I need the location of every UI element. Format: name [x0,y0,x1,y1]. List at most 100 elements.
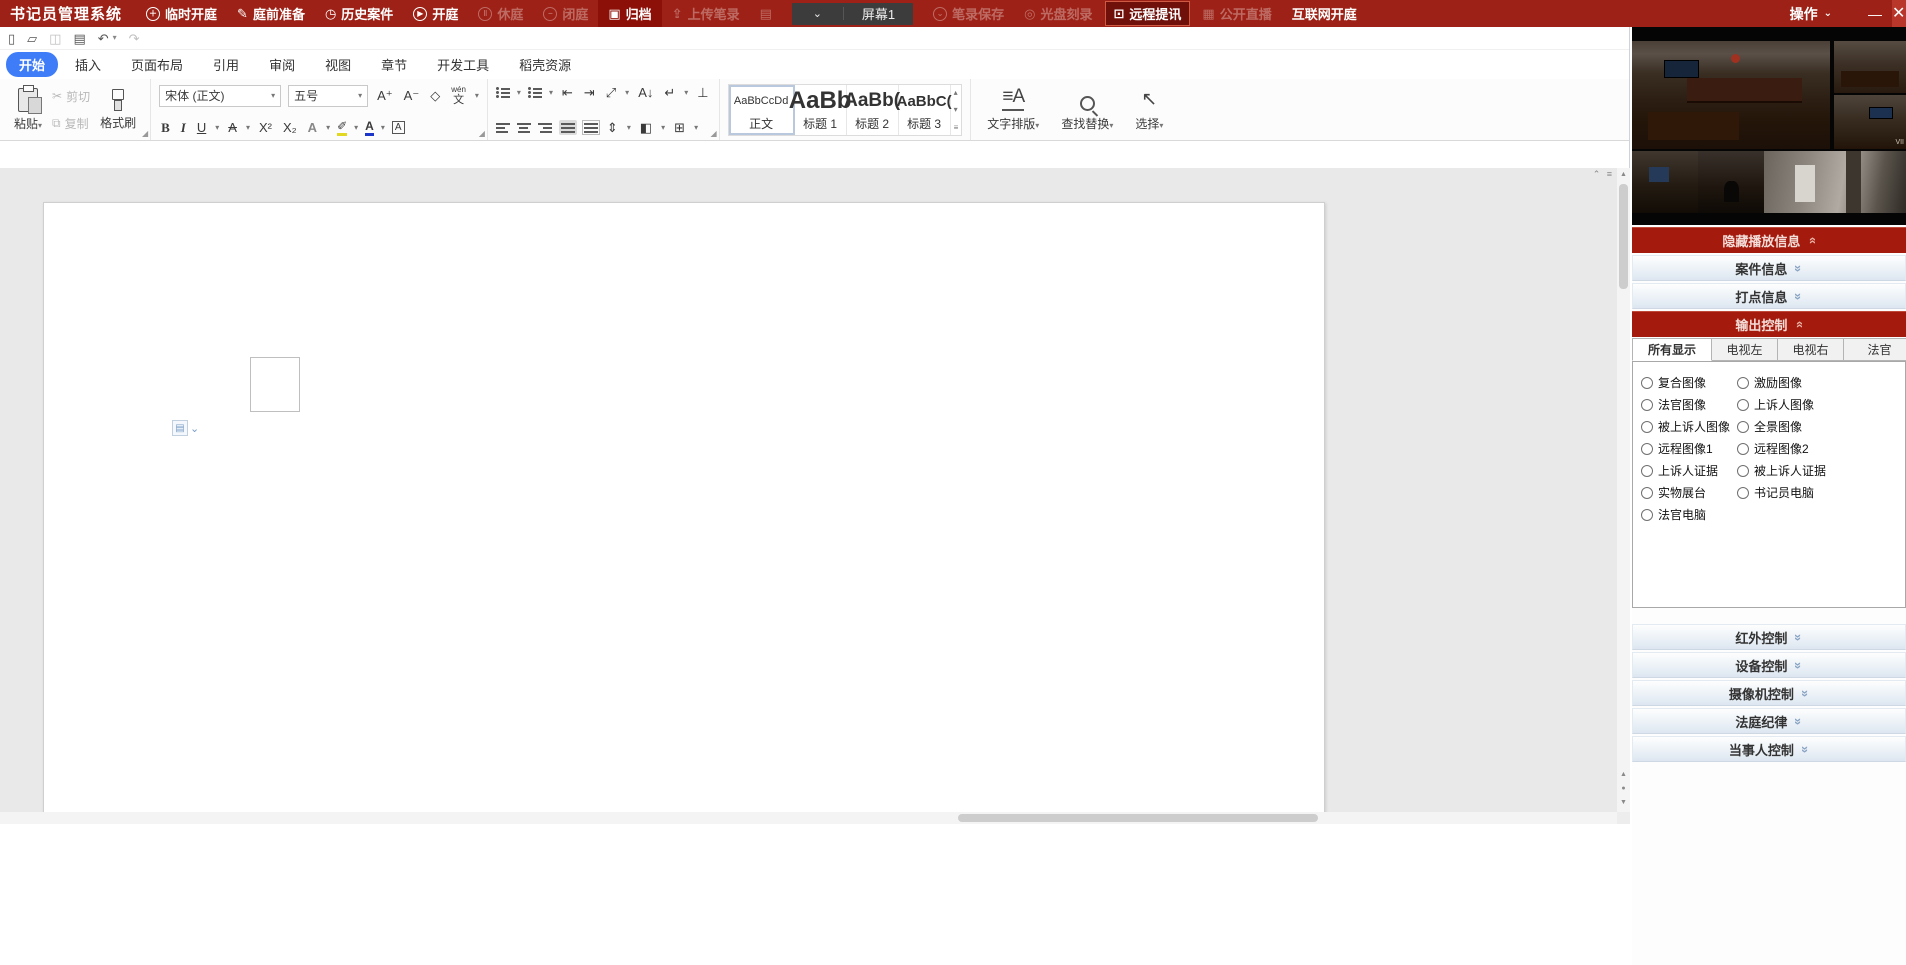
output-tab-tv-left[interactable]: 电视左 [1712,338,1778,361]
shrink-font-button[interactable]: A⁻ [402,87,422,104]
font-dialog-launcher-icon[interactable]: ◢ [479,129,485,138]
radio-appellant-image[interactable]: 上诉人图像 [1737,396,1897,413]
borders-icon[interactable]: ⊞ [672,119,687,136]
line-spacing-dropdown-icon[interactable]: ▾ [627,123,631,132]
superscript-button[interactable]: X² [257,119,274,136]
document-canvas[interactable]: ⌃ ≡ ▤ ⌄ ▲ ▲ ● ▼ [0,168,1630,824]
section-camera-control[interactable]: 摄像机控制 » [1632,680,1906,706]
style-heading2[interactable]: AaBb( 标题 2 [847,85,899,135]
align-left-icon[interactable] [496,122,510,133]
menu-remote-interrogation[interactable]: ⊡ 远程提讯 [1105,1,1191,26]
radio-clerk-computer[interactable]: 书记员电脑 [1737,484,1897,501]
highlight-dropdown-icon[interactable]: ▾ [354,123,358,132]
tab-docer-resources[interactable]: 稻壳资源 [506,52,584,77]
radio-judge-image[interactable]: 法官图像 [1641,396,1737,413]
section-court-discipline[interactable]: 法庭纪律 » [1632,708,1906,734]
paste-button[interactable]: 粘贴▾ [8,86,48,134]
document-page[interactable] [43,202,1325,824]
tab-page-layout[interactable]: 页面布局 [118,52,196,77]
styles-scroll-up-icon[interactable]: ▴ [954,88,959,97]
bullet-list-icon[interactable] [496,87,510,98]
text-direction-icon[interactable]: A↓ [636,84,655,101]
output-tab-tv-right[interactable]: 电视右 [1778,338,1844,361]
highlight-button[interactable]: ✐ [337,119,347,136]
vertical-scrollbar[interactable]: ▲ ▲ ● ▼ [1617,168,1630,812]
character-scale-icon[interactable]: ⤢ [604,84,618,101]
output-tab-judge[interactable]: 法官 [1844,338,1906,361]
horizontal-scroll-thumb[interactable] [958,814,1318,822]
menu-open-court[interactable]: ▶ 开庭 [403,0,468,27]
radio-remote-image-2[interactable]: 远程图像2 [1737,440,1897,457]
radio-object-display[interactable]: 实物展台 [1641,484,1737,501]
strikethrough-dropdown-icon[interactable]: ▾ [246,123,250,132]
previous-page-icon[interactable]: ▲ [1617,771,1630,778]
pinyin-guide-button[interactable]: wén 文 [449,84,468,108]
select-browse-object-icon[interactable]: ● [1617,785,1630,792]
styles-scroll-down-icon[interactable]: ▾ [954,105,959,114]
radio-remote-image-1[interactable]: 远程图像1 [1641,440,1737,457]
underline-dropdown-icon[interactable]: ▾ [215,123,219,132]
radio-composite-image[interactable]: 复合图像 [1641,374,1737,391]
line-spacing-icon[interactable]: ⇕ [605,119,620,136]
decrease-indent-icon[interactable]: ⇤ [560,84,575,101]
collapse-ribbon-icon[interactable]: ⌃ ≡ [1593,169,1614,180]
radio-appellant-evidence[interactable]: 上诉人证据 [1641,462,1737,479]
close-button[interactable]: ✕ [1892,0,1906,27]
char-scale-dropdown-icon[interactable]: ▾ [625,88,629,97]
underline-button[interactable]: U [195,119,208,136]
numbered-list-icon[interactable] [528,87,542,98]
radio-appellee-image[interactable]: 被上诉人图像 [1641,418,1737,435]
numbering-dropdown-icon[interactable]: ▾ [549,88,553,97]
font-size-combo[interactable]: 五号▾ [288,85,368,107]
format-painter-button[interactable]: 格式刷 [94,87,142,133]
tab-stop-icon[interactable]: ⊥ [695,84,710,101]
wrap-mark-icon[interactable]: ↵ [662,84,677,101]
tab-section[interactable]: 章节 [368,52,420,77]
menu-pretrial-prep[interactable]: ✎ 庭前准备 [227,0,315,27]
font-color-button[interactable]: A [365,119,374,136]
tab-home[interactable]: 开始 [6,52,58,77]
align-right-icon[interactable] [538,122,552,133]
subscript-button[interactable]: X₂ [281,119,299,136]
wordart-button[interactable]: A [306,119,319,136]
next-page-icon[interactable]: ▼ [1617,799,1630,806]
menu-temp-session[interactable]: ＋ 临时开庭 [136,0,227,27]
shading-icon[interactable]: ◧ [638,119,654,136]
new-document-icon[interactable]: ▯ [8,32,15,45]
menu-history-cases[interactable]: ◷ 历史案件 [315,0,403,27]
wrap-dropdown-icon[interactable]: ▾ [684,88,688,97]
clipboard-dialog-launcher-icon[interactable]: ◢ [142,129,148,138]
text-layout-button[interactable]: ≡A 文字排版▾ [987,87,1039,132]
paste-options-floaty[interactable]: ▤ ⌄ [172,420,199,436]
bold-button[interactable]: B [159,119,172,136]
justify-icon[interactable] [561,122,575,133]
selection-box[interactable] [250,357,300,412]
distribute-icon[interactable] [584,122,598,133]
section-case-info[interactable]: 案件信息 » [1632,255,1906,281]
courtroom-video-feeds[interactable]: VII [1632,27,1906,225]
character-border-button[interactable]: A [392,121,405,134]
styles-more-icon[interactable]: ≡ [954,123,959,132]
borders-dropdown-icon[interactable]: ▾ [694,123,698,132]
align-center-icon[interactable] [517,122,531,133]
paragraph-dialog-launcher-icon[interactable]: ◢ [710,129,716,138]
style-heading3[interactable]: AaBbC( 标题 3 [899,85,951,135]
tab-insert[interactable]: 插入 [62,52,114,77]
screen-selector[interactable]: ⌄ 屏幕1 [792,3,913,25]
grow-font-button[interactable]: A⁺ [375,87,395,104]
print-icon[interactable]: ▤ [73,32,85,45]
section-infrared-control[interactable]: 红外控制 » [1632,624,1906,650]
chevron-down-icon[interactable]: ⌄ [792,7,844,20]
undo-dropdown-icon[interactable]: ▾ [113,34,117,42]
font-color-dropdown-icon[interactable]: ▾ [381,123,385,132]
radio-judge-computer[interactable]: 法官电脑 [1641,506,1737,523]
pinyin-dropdown-icon[interactable]: ▾ [475,91,479,100]
output-tab-all-displays[interactable]: 所有显示 [1632,338,1712,361]
open-file-icon[interactable]: ▱ [27,32,37,45]
section-party-control[interactable]: 当事人控制 » [1632,736,1906,762]
scroll-up-icon[interactable]: ▲ [1617,171,1630,178]
find-replace-button[interactable]: 查找替换▾ [1061,87,1113,132]
tab-review[interactable]: 审阅 [256,52,308,77]
font-name-combo[interactable]: 宋体 (正文)▾ [159,85,281,107]
menu-archive[interactable]: ▣ 归档 [598,0,661,27]
